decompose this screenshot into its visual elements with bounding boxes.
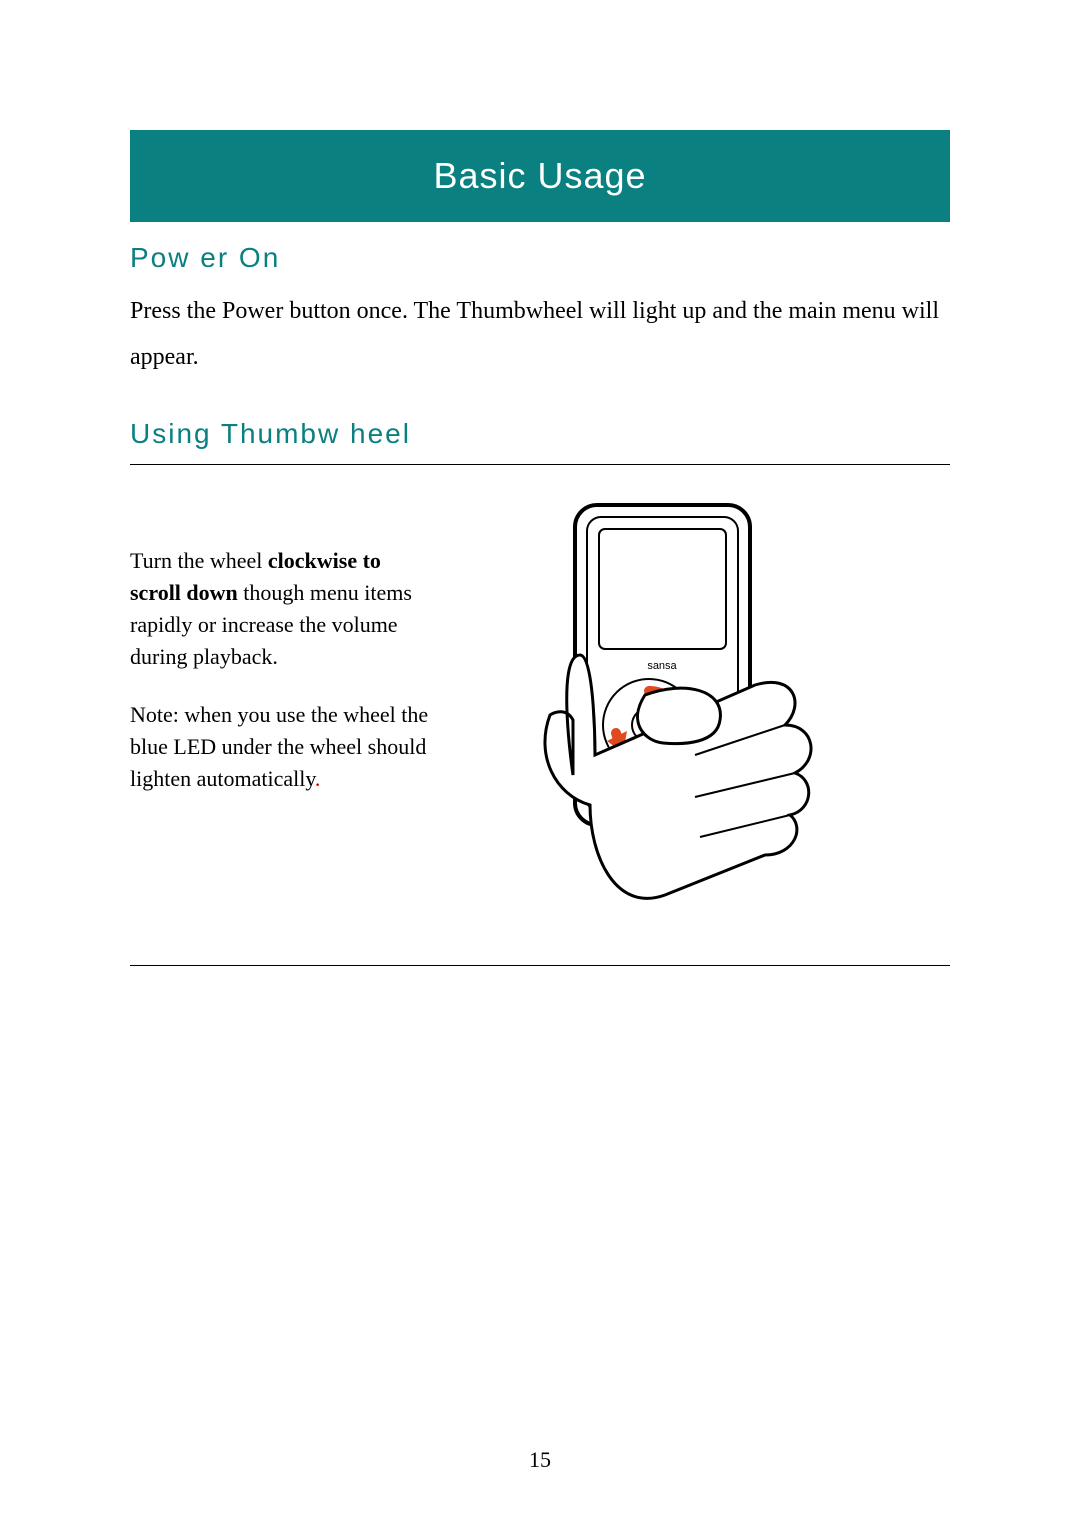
thumbwheel-text-column: Turn the wheel clockwise to scroll down …	[130, 495, 430, 821]
thumbwheel-paragraph-1: Turn the wheel clockwise to scroll down …	[130, 545, 430, 673]
thumbwheel-note: Note: when you use the wheel the blue LE…	[130, 699, 430, 795]
heading-power-on: Pow er On	[130, 242, 950, 274]
divider-bottom	[130, 965, 950, 966]
page-number: 15	[0, 1447, 1080, 1473]
text-fragment: Note: when you use the wheel the blue LE…	[130, 702, 428, 791]
chapter-banner: Basic Usage	[130, 130, 950, 222]
thumbwheel-illustration: sansa	[495, 495, 915, 925]
heading-thumbwheel: Using Thumbw heel	[130, 418, 950, 450]
power-on-text: Press the Power button once. The Thumbwh…	[130, 288, 950, 380]
divider	[130, 464, 950, 465]
device-brand-label: sansa	[647, 660, 677, 672]
red-period: .	[315, 766, 321, 791]
text-fragment: Turn the wheel	[130, 548, 268, 573]
